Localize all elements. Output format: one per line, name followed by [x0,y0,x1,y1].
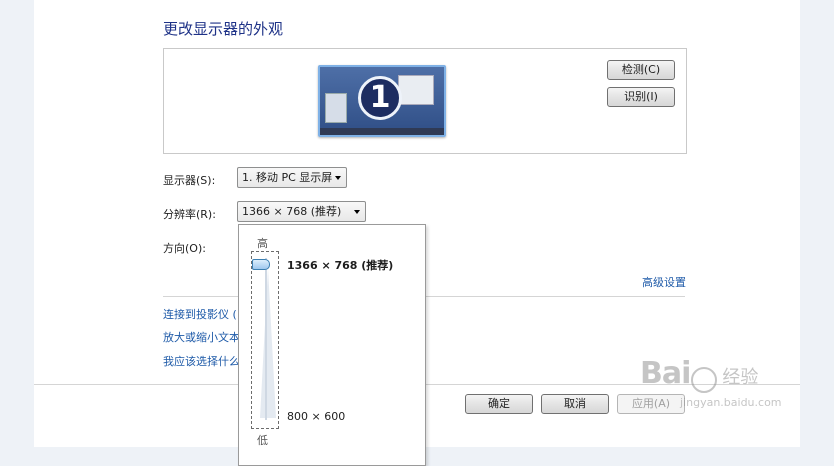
chevron-down-icon [354,210,360,214]
window-thumbnail-icon [325,93,347,123]
window-thumbnail-icon [398,75,434,105]
bottom-resolution-option[interactable]: 800 × 600 [287,410,345,423]
paw-icon [691,367,718,393]
display-select-value: 1. 移动 PC 显示屏 [242,171,333,184]
display-select[interactable]: 1. 移动 PC 显示屏 [237,167,347,188]
watermark-brand-suffix: 经验 [722,367,759,388]
page-title: 更改显示器的外观 [163,20,284,38]
baidu-watermark: Bai 经验 jingyan.baidu.com [640,356,782,409]
display-label: 显示器(S): [163,174,216,187]
help-choose-link[interactable]: 我应该选择什么 [163,353,240,369]
resolution-select-value: 1366 × 768 (推荐) [242,205,342,218]
monitor-preview-area[interactable]: 1 检测(C) 识别(I) [163,48,687,154]
ok-button[interactable]: 确定 [465,394,533,414]
slider-wedge-icon [260,268,276,418]
watermark-url: jingyan.baidu.com [680,396,782,409]
resolution-dropdown[interactable]: 高 1366 × 768 (推荐) 800 × 600 低 [238,224,426,466]
detect-button[interactable]: 检测(C) [607,60,675,80]
taskbar-icon [320,128,444,135]
high-label: 高 [257,237,268,250]
orientation-label: 方向(O): [163,242,206,255]
low-label: 低 [257,434,268,447]
advanced-settings-link[interactable]: 高级设置 [642,274,686,290]
chevron-down-icon [335,176,341,180]
identify-button[interactable]: 识别(I) [607,87,675,107]
resolution-label: 分辨率(R): [163,208,216,221]
apply-button[interactable]: 应用(A) [617,394,685,414]
cancel-button[interactable]: 取消 [541,394,609,414]
resolution-slider-track[interactable] [251,251,279,429]
resolution-slider-thumb[interactable] [252,259,270,270]
monitor-number-badge: 1 [358,76,402,120]
top-resolution-option[interactable]: 1366 × 768 (推荐) [287,257,393,273]
watermark-brand: Bai [640,356,691,391]
resolution-select[interactable]: 1366 × 768 (推荐) [237,201,366,222]
text-size-link[interactable]: 放大或缩小文本 [163,329,240,345]
connect-projector-link[interactable]: 连接到投影仪 ( [163,306,237,322]
monitor-1-icon[interactable]: 1 [318,65,446,137]
slider-rail [265,258,267,420]
